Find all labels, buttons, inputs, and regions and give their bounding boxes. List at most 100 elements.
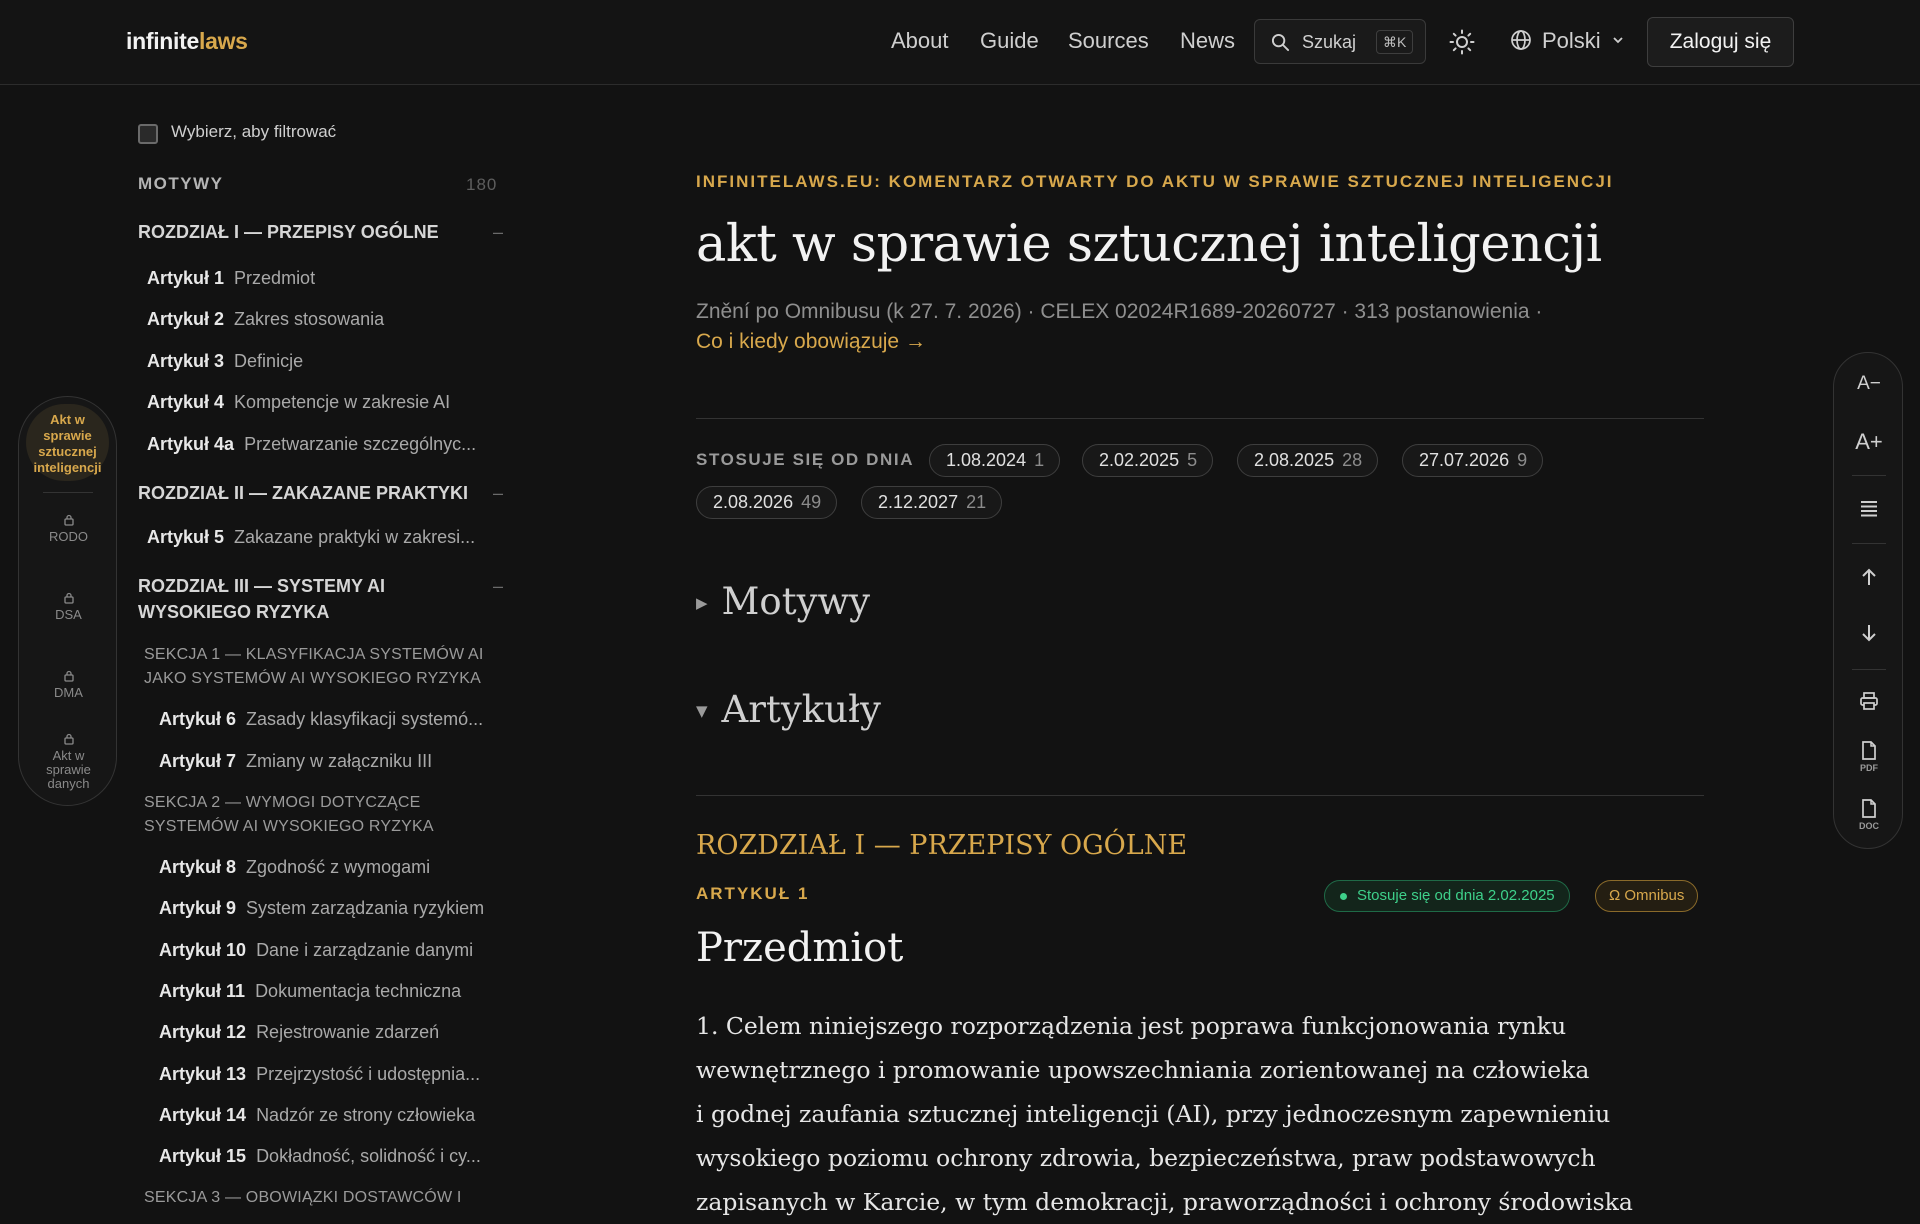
sidebar-article[interactable]: Artykuł 12 Rejestrowanie zdarzeń — [159, 1022, 503, 1043]
chapter-heading: ROZDZIAŁ I — PRZEPISY OGÓLNE — [696, 830, 1188, 861]
top-header: infinitelaws About Guide Sources News Sz… — [0, 0, 1920, 85]
search-icon — [1271, 33, 1290, 52]
recitals-toggle[interactable]: ▶ Motywy — [696, 580, 870, 623]
rail-item-ai-act[interactable]: Akt w sprawie sztucznej inteligencji — [26, 404, 109, 481]
search-label: Szukaj — [1302, 32, 1357, 52]
applies-from-label: STOSUJE SIĘ OD DNIA — [696, 450, 915, 469]
document-icon — [1862, 799, 1876, 818]
caret-down-icon: ▼ — [696, 702, 708, 720]
sidebar-article[interactable]: Artykuł 4 Kompetencje w zakresie AI — [147, 392, 502, 413]
nav-news[interactable]: News — [1180, 28, 1235, 54]
lock-icon — [63, 670, 74, 682]
caret-right-icon: ▶ — [696, 594, 708, 612]
rail-item-rodo[interactable]: RODO — [19, 514, 118, 544]
divider — [696, 795, 1704, 796]
sidebar-article[interactable]: Artykuł 4a Przetwarzanie szczególnyc... — [147, 434, 502, 455]
site-logo[interactable]: infinitelaws — [126, 28, 248, 55]
font-decrease-button[interactable]: A− — [1834, 373, 1904, 395]
line-spacing-button[interactable] — [1834, 499, 1904, 522]
language-select[interactable]: Polski — [1510, 28, 1625, 54]
search-shortcut: ⌘K — [1376, 30, 1414, 54]
scroll-down-button[interactable] — [1834, 623, 1904, 648]
reader-toolbar: A− A+ PDF DOC — [1833, 352, 1903, 849]
print-button[interactable] — [1834, 691, 1904, 716]
pdf-export-button[interactable]: PDF — [1834, 741, 1904, 773]
sidebar-article[interactable]: Artykuł 2 Zakres stosowania — [147, 309, 502, 330]
body-line: i godnej zaufania sztucznej inteligencji… — [696, 1100, 1611, 1128]
toolbar-divider — [1852, 669, 1886, 670]
sidebar-article[interactable]: Artykuł 15 Dokładność, solidność i cy... — [159, 1146, 503, 1167]
rail-item-data-act[interactable]: Akt w sprawie danych — [19, 733, 118, 791]
sidebar-article[interactable]: Artykuł 7 Zmiany w załączniku III — [159, 751, 503, 772]
lock-icon — [63, 514, 74, 526]
checkbox-icon[interactable] — [138, 124, 158, 144]
date-filter-chip[interactable]: 27.07.2026 9 — [1402, 444, 1544, 477]
body-line: 1. Celem niniejszego rozporządzenia jest… — [696, 1012, 1567, 1040]
sun-icon[interactable] — [1449, 29, 1475, 55]
sidebar-chapter-1[interactable]: ROZDZIAŁ I — PRZEPISY OGÓLNE – — [138, 219, 503, 245]
recitals-count: 180 — [466, 175, 498, 194]
collapse-icon[interactable]: – — [493, 480, 503, 506]
lock-icon — [63, 592, 74, 604]
doc-label: DOC — [1859, 821, 1879, 831]
sidebar-section-3[interactable]: SEKCJA 3 — OBOWIĄZKI DOSTAWCÓW I — [144, 1186, 504, 1210]
nav-about[interactable]: About — [891, 28, 949, 54]
body-line: zapisanych w Karcie, w tym demokracji, p… — [696, 1188, 1633, 1216]
globe-icon — [1511, 30, 1531, 50]
date-filter-chip[interactable]: 2.12.2027 21 — [861, 486, 1003, 519]
sidebar-article[interactable]: Artykuł 14 Nadzór ze strony człowieka — [159, 1105, 503, 1126]
sidebar-article[interactable]: Artykuł 3 Definicje — [147, 351, 502, 372]
law-switcher-rail: Akt w sprawie sztucznej inteligencji ROD… — [18, 396, 117, 806]
text-lines-icon — [1861, 501, 1877, 517]
page-kicker: INFINITELAWS.EU: KOMENTARZ OTWARTY DO AK… — [696, 172, 1614, 191]
article-number: ARTYKUŁ 1 — [696, 884, 810, 903]
sidebar-recitals[interactable]: MOTYWY — [138, 174, 224, 194]
article-title: Przedmiot — [696, 925, 904, 971]
sidebar-chapter-2[interactable]: ROZDZIAŁ II — ZAKAZANE PRAKTYKI – — [138, 480, 503, 506]
lock-icon — [63, 733, 74, 745]
applicability-link[interactable]: Co i kiedy obowiązuje → — [696, 330, 926, 354]
sidebar-section-2[interactable]: SEKCJA 2 — WYMOGI DOTYCZĄCE SYSTEMÓW AI … — [144, 791, 504, 839]
document-icon — [1862, 741, 1876, 760]
scroll-up-button[interactable] — [1834, 567, 1904, 592]
sidebar-article[interactable]: Artykuł 10 Dane i zarządzanie danymi — [159, 940, 503, 961]
omnibus-badge[interactable]: Ω Omnibus — [1595, 880, 1699, 912]
pdf-label: PDF — [1860, 763, 1878, 773]
language-label: Polski — [1542, 28, 1601, 53]
page-title: akt w sprawie sztucznej inteligencji — [696, 215, 1602, 274]
date-filter-chip[interactable]: 2.02.2025 5 — [1082, 444, 1214, 477]
sidebar-article[interactable]: Artykuł 8 Zgodność z wymogami — [159, 857, 503, 878]
chevron-down-icon — [1613, 37, 1623, 44]
sidebar-article[interactable]: Artykuł 11 Dokumentacja techniczna — [159, 981, 503, 1002]
body-line: wewnętrznego i promowanie upowszechniani… — [696, 1056, 1590, 1084]
date-filter-chip[interactable]: 2.08.2025 28 — [1237, 444, 1379, 477]
collapse-icon[interactable]: – — [493, 573, 503, 599]
articles-toggle[interactable]: ▼ Artykuły — [696, 688, 881, 731]
sidebar-article[interactable]: Artykuł 9 System zarządzania ryzykiem — [159, 898, 503, 919]
collapse-icon[interactable]: – — [493, 219, 503, 245]
sidebar-article[interactable]: Artykuł 13 Przejrzystość i udostępnia... — [159, 1064, 503, 1085]
sidebar-article[interactable]: Artykuł 6 Zasady klasyfikacji systemó... — [159, 709, 503, 730]
article-body: 1. Celem niniejszego rozporządzenia jest… — [696, 1004, 1656, 1224]
date-filter-chip[interactable]: 2.08.2026 49 — [696, 486, 838, 519]
rail-item-dsa[interactable]: DSA — [19, 592, 118, 622]
sidebar-chapter-3[interactable]: ROZDZIAŁ III — SYSTEMY AI WYSOKIEGO RYZY… — [138, 573, 503, 625]
nav-guide[interactable]: Guide — [980, 28, 1039, 54]
toolbar-divider — [1852, 475, 1886, 476]
sidebar-article[interactable]: Artykuł 1 Przedmiot — [147, 268, 502, 289]
doc-export-button[interactable]: DOC — [1834, 799, 1904, 831]
font-increase-button[interactable]: A+ — [1834, 429, 1904, 455]
body-line: wysokiego poziomu ochrony zdrowia, bezpi… — [696, 1144, 1596, 1172]
search-button[interactable]: Szukaj ⌘K — [1254, 19, 1426, 64]
date-filter-chip[interactable]: 1.08.2024 1 — [929, 444, 1061, 477]
filter-label: Wybierz, aby filtrować — [171, 122, 337, 141]
nav-sources[interactable]: Sources — [1068, 28, 1149, 54]
sidebar-section-1[interactable]: SEKCJA 1 — KLASYFIKACJA SYSTEMÓW AI JAKO… — [144, 643, 504, 691]
arrow-up-icon — [1862, 568, 1876, 585]
sidebar-article[interactable]: Artykuł 5 Zakazane praktyki w zakresi... — [147, 527, 502, 548]
toolbar-divider — [1852, 543, 1886, 544]
rail-item-dma[interactable]: DMA — [19, 670, 118, 700]
printer-icon — [1860, 692, 1878, 710]
login-button[interactable]: Zaloguj się — [1647, 17, 1794, 67]
status-badge: Stosuje się od dnia 2.02.2025 — [1324, 880, 1570, 912]
